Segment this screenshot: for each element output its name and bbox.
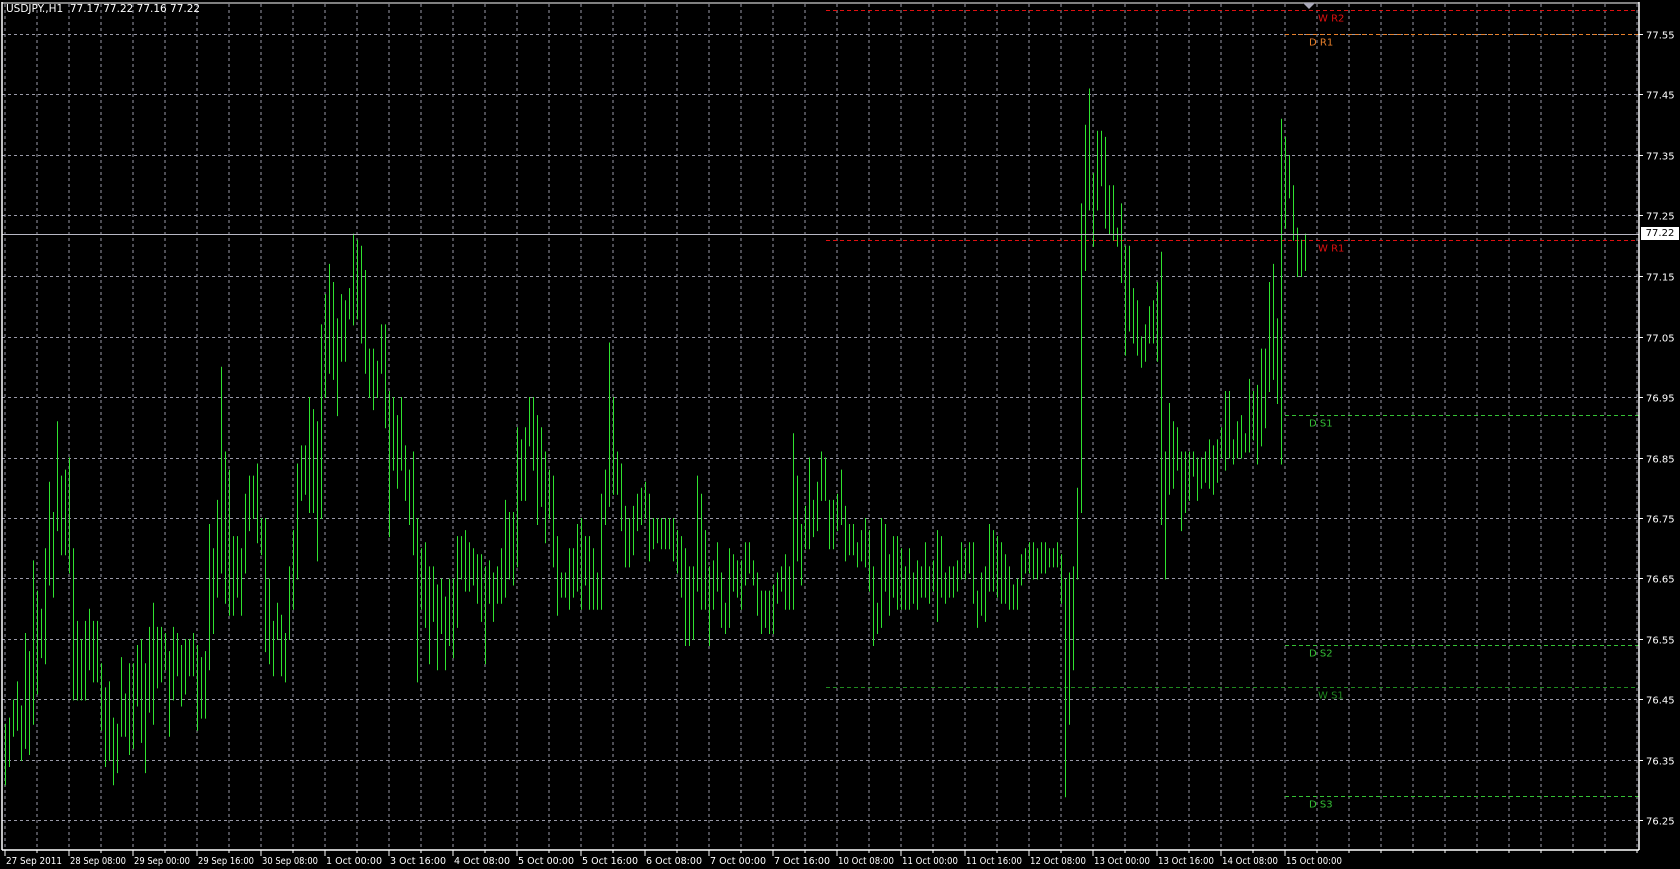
pivot-levels: W R2 D R1 W R1 D S1 D S2 W S1 D S3 (826, 10, 1639, 811)
price-tick-label: 76.85 (1646, 455, 1675, 466)
time-tick-label: 28 Sep 08:00 (70, 856, 126, 867)
time-tick-label: 14 Oct 08:00 (1222, 856, 1278, 867)
price-tick-label: 77.15 (1646, 273, 1675, 284)
time-tick-label: 5 Oct 00:00 (518, 856, 574, 867)
time-tick-label: 13 Oct 00:00 (1094, 856, 1150, 867)
pivot-level-label: D S3 (1309, 800, 1333, 811)
pivot-level-label: W R2 (1318, 14, 1344, 25)
time-tick-label: 13 Oct 16:00 (1158, 856, 1214, 867)
time-tick-label: 15 Oct 00:00 (1286, 856, 1342, 867)
time-tick-label: 12 Oct 08:00 (1030, 856, 1086, 867)
price-tick-label: 77.05 (1646, 334, 1675, 345)
price-tick-label: 76.25 (1646, 817, 1675, 828)
time-tick-label: 3 Oct 16:00 (390, 856, 446, 867)
price-axis: 77.55 77.45 77.35 77.25 77.15 77.05 76.95 76.85… (1639, 31, 1675, 828)
ohlc-readout: 77.17 77.22 77.16 77.22 (69, 3, 201, 15)
price-tick-label: 77.45 (1646, 91, 1675, 102)
time-tick-label: 11 Oct 16:00 (966, 856, 1022, 867)
price-tick-label: 76.75 (1646, 515, 1675, 526)
price-tick-label: 77.25 (1646, 212, 1675, 223)
chart-frame (1, 2, 1640, 851)
time-tick-label: 11 Oct 00:00 (902, 856, 958, 867)
symbol-timeframe: USDJPY.,H1 (6, 3, 64, 15)
time-tick-label: 30 Sep 08:00 (262, 856, 318, 867)
price-tick-label: 76.35 (1646, 757, 1675, 768)
chart-grid (2, 4, 1639, 850)
time-tick-label: 5 Oct 16:00 (582, 856, 638, 867)
time-tick-label: 1 Oct 00:00 (326, 856, 382, 867)
pivot-level-label: W S1 (1318, 691, 1344, 702)
time-tick-label: 10 Oct 08:00 (838, 856, 894, 867)
time-tick-label: 7 Oct 16:00 (774, 856, 830, 867)
price-tick-label: 76.55 (1646, 636, 1675, 647)
price-tick-label: 77.35 (1646, 152, 1675, 163)
price-tick-label: 76.95 (1646, 394, 1675, 405)
chart-header: USDJPY.,H1 77.17 77.22 77.16 77.22 (6, 3, 200, 15)
pivot-level-label: D S1 (1309, 419, 1333, 430)
price-tick-label: 77.55 (1646, 31, 1675, 42)
ohlc-bars (5, 88, 1306, 798)
current-price-label: 77.22 (1641, 227, 1679, 240)
time-tick-label: 29 Sep 00:00 (134, 856, 190, 867)
time-tick-label: 4 Oct 08:00 (454, 856, 510, 867)
time-tick-label: 7 Oct 00:00 (710, 856, 766, 867)
pivot-level-label: D S2 (1309, 649, 1333, 660)
price-tick-label: 76.45 (1646, 696, 1675, 707)
time-axis: 27 Sep 2011 28 Sep 08:00 29 Sep 00:00 29 Se… (4, 850, 1638, 867)
pivot-level-label: D R1 (1309, 38, 1333, 49)
time-tick-label: 29 Sep 16:00 (198, 856, 254, 867)
pivot-level-label: W R1 (1318, 244, 1344, 255)
price-chart[interactable]: W R2D R1W R1D S1D S2W S1D S3 77.5577.457… (0, 0, 1680, 869)
time-tick-label: 27 Sep 2011 (6, 856, 62, 867)
time-tick-label: 6 Oct 08:00 (646, 856, 702, 867)
chart-shift-marker-icon[interactable] (1303, 3, 1315, 9)
price-tick-label: 76.65 (1646, 575, 1675, 586)
